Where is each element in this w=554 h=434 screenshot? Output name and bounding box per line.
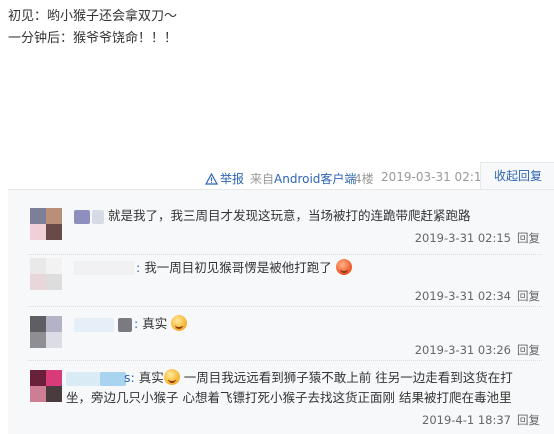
username-blurred <box>118 318 132 332</box>
smile-face-emoji-icon <box>163 369 180 385</box>
report-link[interactable]: 举报 <box>205 170 244 187</box>
reply-time: 2019-3-31 03:26 <box>414 343 511 357</box>
source-client-link[interactable]: Android客户端 <box>274 172 356 186</box>
reply-text: 真实 <box>142 316 168 331</box>
reply-button[interactable]: 回复 <box>517 343 540 357</box>
post-source: 来自Android客户端 <box>250 170 356 187</box>
reply-text-line: s: 真实 一周目我远远看到狮子猿不敢上前 往另一边走看到这货在打 <box>124 368 513 388</box>
username-suffix: : <box>134 316 139 331</box>
reply-meta: 2019-3-31 02:15 回复 <box>415 230 540 246</box>
reply-meta: 2019-3-31 02:34 回复 <box>415 288 540 304</box>
avatar[interactable] <box>30 316 62 348</box>
username-blurred <box>100 372 126 386</box>
divider <box>28 360 542 361</box>
reply-button[interactable]: 回复 <box>517 289 540 303</box>
divider <box>28 306 542 307</box>
warning-triangle-icon <box>205 172 218 185</box>
floor-number: 4楼 <box>354 172 374 186</box>
avatar[interactable] <box>30 258 62 290</box>
reply-time: 2019-3-31 02:15 <box>414 231 511 245</box>
reply-text: 我一周目初见猴哥愣是被他打跑了 <box>144 260 332 275</box>
username-blurred <box>92 210 104 224</box>
collapse-replies-tab[interactable]: 收起回复 <box>480 162 554 189</box>
username-blurred[interactable] <box>74 261 134 275</box>
reply-time: 2019-3-31 02:34 <box>414 289 511 303</box>
reply-time: 2019-4-1 18:37 <box>422 413 511 427</box>
reply-text-b: 一周目我远远看到狮子猿不敢上前 往另一边走看到这货在打 <box>183 370 513 385</box>
username-suffix: s: <box>124 370 135 385</box>
post-meta-bar: 举报 来自Android客户端 4楼 2019-03-31 02:14 收起回复 <box>0 162 554 189</box>
reply-text-line: : 真实 <box>134 314 188 334</box>
reply-text-line: : 我一周目初见猴哥愣是被他打跑了 <box>136 258 352 278</box>
reply-list: 就是我了，我三周目才发现这玩意，当场被打的连跪带爬赶紧跑路 2019-3-31 … <box>8 189 554 434</box>
report-label: 举报 <box>220 172 245 186</box>
post-time: 2019-03-31 02:14 <box>381 170 490 184</box>
reply-button[interactable]: 回复 <box>517 231 540 245</box>
avatar[interactable] <box>30 208 62 240</box>
avatar[interactable] <box>30 370 62 402</box>
username-suffix: : <box>136 260 141 275</box>
source-prefix: 来自 <box>250 172 275 186</box>
post-line-1: 初见：哟小猴子还会拿双刀～ <box>8 9 178 24</box>
username-blurred[interactable] <box>74 210 90 224</box>
username-blurred[interactable] <box>74 318 114 332</box>
reply-meta: 2019-4-1 18:37 回复 <box>422 412 540 428</box>
post-line-2: 一分钟后：猴爷爷饶命！！！ <box>8 31 178 46</box>
surprised-face-emoji-icon <box>171 315 188 331</box>
post-content: 初见：哟小猴子还会拿双刀～ 一分钟后：猴爷爷饶命！！！ <box>8 6 177 50</box>
reply-button[interactable]: 回复 <box>517 413 540 427</box>
reply-text: 就是我了，我三周目才发现这玩意，当场被打的连跪带爬赶紧跑路 <box>108 208 471 223</box>
divider <box>28 254 542 255</box>
reply-text-a: 真实 <box>138 370 164 385</box>
reply-text-line-2: 坐，旁边几只小猴子 心想着飞镖打死小猴子去找这货正面刚 结果被打爬在毒池里 <box>66 390 512 405</box>
angry-face-emoji-icon <box>335 259 352 275</box>
reply-meta: 2019-3-31 03:26 回复 <box>415 342 540 358</box>
